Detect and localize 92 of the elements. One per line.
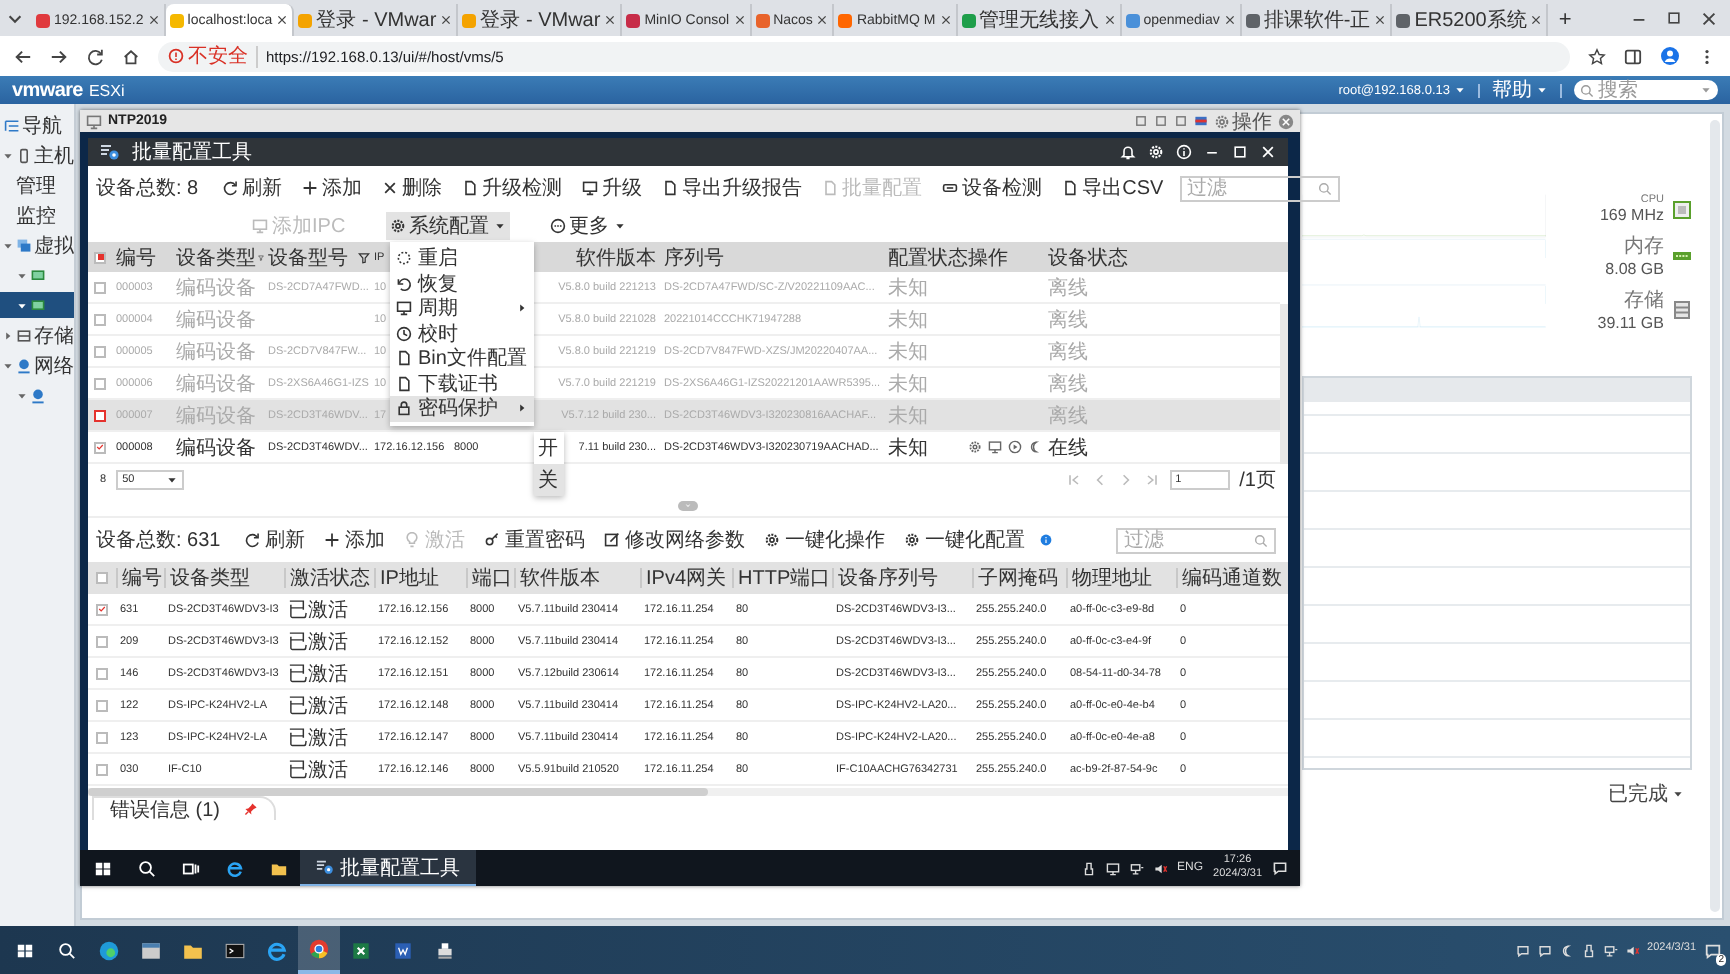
- stat-value: 169 MHz: [1597, 206, 1664, 224]
- column-header: 子网掩码: [978, 566, 1058, 592]
- table-cell-text: 编码设备: [174, 339, 256, 365]
- status-text: 离线: [1046, 371, 1088, 397]
- menu-item[interactable]: 开: [534, 432, 564, 464]
- export-report-button[interactable]: 导出升级报告: [658, 174, 807, 202]
- column-header: 设备序列号: [838, 565, 938, 592]
- column-header: 操作: [968, 245, 1008, 271]
- table-cell-text: 编码设备: [174, 307, 256, 333]
- device-count: 设备总数: 8: [96, 175, 199, 202]
- table-cell-text: 编码设备: [174, 403, 256, 429]
- table-cell-text: 未知: [886, 371, 928, 397]
- upgrade-check-button[interactable]: 升级检测: [458, 174, 567, 202]
- page-total: /1页: [1239, 468, 1276, 494]
- status-text: 离线: [1046, 275, 1088, 301]
- stat-value: 8.08 GB: [1603, 260, 1664, 278]
- add-button[interactable]: 添加: [320, 526, 389, 554]
- help-menu[interactable]: 帮助: [1492, 76, 1548, 104]
- nav-item[interactable]: 存储: [0, 322, 74, 348]
- menu-item[interactable]: 恢复: [390, 271, 534, 296]
- column-header: 设备状态: [1048, 245, 1128, 271]
- app-title: 批量配置工具: [132, 139, 252, 166]
- actions-menu[interactable]: 操作: [1214, 110, 1272, 132]
- refresh-button[interactable]: 刷新: [240, 526, 309, 554]
- nav-item[interactable]: 监控: [0, 202, 74, 228]
- one-click-operation-button[interactable]: 一键化操作: [760, 526, 889, 554]
- taskbar-app[interactable]: 批量配置工具: [300, 850, 476, 886]
- table-cell-text: 已激活: [286, 661, 348, 687]
- status-filter[interactable]: 已完成: [1600, 776, 1692, 812]
- status-text: 离线: [1046, 403, 1088, 429]
- security-chip[interactable]: 不安全: [168, 45, 258, 67]
- column-header: 配置状态: [888, 245, 968, 271]
- status-text: 离线: [1046, 339, 1088, 365]
- column-header: 编码通道数: [1182, 565, 1282, 592]
- column-header: 编号: [116, 245, 156, 271]
- menu-item[interactable]: 重启: [390, 246, 534, 271]
- nav-item[interactable]: 网络: [0, 352, 74, 378]
- stat-label: 存储: [1622, 287, 1664, 314]
- table-cell-text: 未知: [886, 403, 928, 429]
- menu-item[interactable]: 密码保护: [390, 396, 534, 421]
- column-header: 设备型号: [268, 245, 348, 271]
- column-header: 设备类型: [170, 565, 250, 592]
- column-header: 软件版本: [520, 565, 600, 592]
- reset-password-button[interactable]: 重置密码: [480, 526, 589, 554]
- column-header: 编号: [122, 565, 162, 592]
- one-click-config-button[interactable]: 一键化配置: [900, 526, 1029, 554]
- nav-item[interactable]: 主机: [0, 142, 74, 168]
- table-cell-text: 未知: [886, 435, 928, 461]
- menu-item[interactable]: 关: [534, 464, 564, 496]
- column-header: 端口: [472, 565, 512, 592]
- menu-item[interactable]: 下载证书: [390, 371, 534, 396]
- upgrade-button[interactable]: 升级: [578, 174, 647, 202]
- table-cell-text: 未知: [886, 275, 928, 301]
- device-check-button[interactable]: 设备检测: [938, 174, 1047, 202]
- column-header: IP地址: [380, 565, 439, 592]
- table-cell-text: 已激活: [286, 693, 348, 719]
- export-csv-button[interactable]: 导出CSV: [1058, 174, 1168, 202]
- column-header: HTTP端口: [738, 565, 831, 592]
- menu-item[interactable]: Bin文件配置: [390, 346, 534, 371]
- navigator-title: 导航: [22, 113, 62, 139]
- table-cell-text: 编码设备: [174, 435, 256, 461]
- add-button[interactable]: 添加: [298, 174, 367, 202]
- column-header: 激活状态: [290, 565, 370, 592]
- vmware-logo: vmware: [12, 79, 83, 101]
- stat-value: 39.11 GB: [1595, 314, 1664, 332]
- new-tab-button[interactable]: +: [1548, 4, 1582, 36]
- table-cell-text: 编码设备: [174, 275, 256, 301]
- column-header: IPv4网关: [646, 565, 727, 592]
- delete-button[interactable]: 删除: [378, 174, 447, 202]
- status-text: 在线: [1046, 435, 1088, 461]
- status-text: 离线: [1046, 307, 1088, 333]
- nav-item[interactable]: 虚拟: [0, 232, 74, 258]
- error-tab[interactable]: 错误信息 (1): [92, 796, 276, 820]
- network-params-button[interactable]: 修改网络参数: [600, 526, 749, 554]
- column-header: 软件版本: [576, 245, 656, 271]
- table-cell-text: 已激活: [286, 725, 348, 751]
- table-cell-text: 未知: [886, 339, 928, 365]
- more-button[interactable]: 更多: [545, 212, 630, 240]
- nav-item[interactable]: 管理: [0, 172, 74, 198]
- table-cell-text: 未知: [886, 307, 928, 333]
- table-cell-text: 已激活: [286, 757, 348, 783]
- refresh-button[interactable]: 刷新: [218, 174, 287, 202]
- column-header: 序列号: [664, 245, 724, 271]
- column-header: 设备类型: [176, 245, 256, 271]
- column-header: 物理地址: [1072, 565, 1152, 592]
- system-config-button[interactable]: 系统配置: [385, 212, 510, 240]
- table-cell-text: 已激活: [286, 629, 348, 655]
- stat-label: 内存: [1622, 233, 1664, 260]
- product-name: ESXi: [88, 81, 125, 99]
- device-count: 设备总数: 631: [96, 527, 221, 554]
- table-cell-text: 编码设备: [174, 371, 256, 397]
- table-cell-text: 已激活: [286, 597, 348, 623]
